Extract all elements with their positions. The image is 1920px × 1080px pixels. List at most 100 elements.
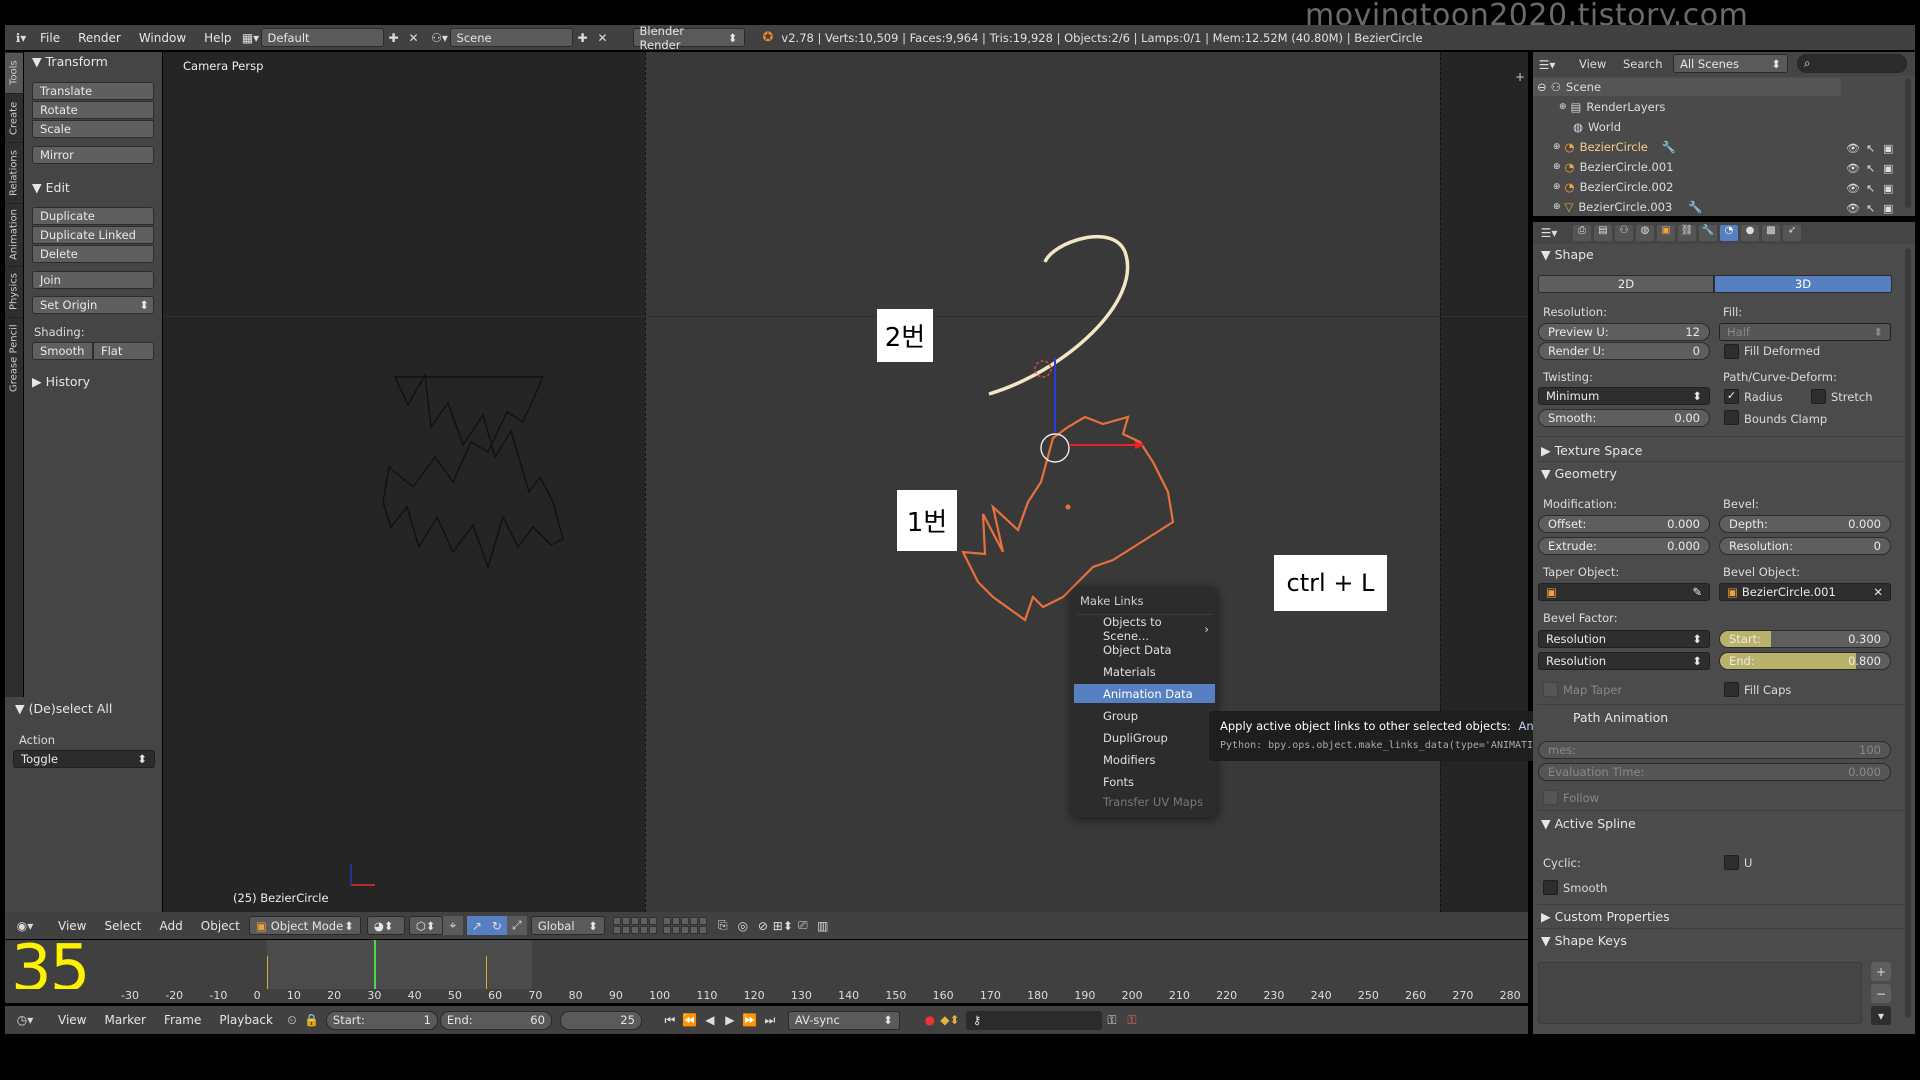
end-frame-field[interactable]: End: 60 <box>439 1010 552 1030</box>
scene-icon[interactable]: ⚇▾ <box>430 28 450 47</box>
delete-button[interactable]: Delete <box>32 245 154 263</box>
delete-keyframe-icon[interactable]: ⚿ <box>1122 1011 1142 1030</box>
snap-element-icon[interactable]: ⊞⬍ <box>773 916 793 935</box>
texture-tab-icon[interactable]: ▩ <box>1762 225 1780 241</box>
bevel-end-slider[interactable]: End: 0.800 <box>1719 652 1891 670</box>
prev-keyframe-icon[interactable]: ⏪ <box>680 1011 700 1030</box>
preview-u-field[interactable]: Preview U: 12 <box>1538 323 1710 341</box>
play-reverse-icon[interactable]: ◀ <box>700 1011 720 1030</box>
bevel-factor-start-mode[interactable]: Resolution ⬍ <box>1538 630 1710 648</box>
scale-button[interactable]: Scale <box>32 120 154 138</box>
translate-manipulator-icon[interactable]: ↗ <box>466 916 487 935</box>
transform-orientation-select[interactable]: Global ⬍ <box>530 916 605 935</box>
radius-checkbox[interactable]: ✓ <box>1724 389 1739 404</box>
deselect-all-header[interactable]: ▼ (De)select All <box>15 701 112 716</box>
menu-object[interactable]: Object <box>192 919 249 933</box>
add-shape-key-icon[interactable]: + <box>1871 962 1891 981</box>
layout-icon[interactable]: ▦▾ <box>241 28 261 47</box>
twisting-select[interactable]: Minimum ⬍ <box>1538 387 1710 405</box>
properties-editor-icon[interactable]: ☰▾ <box>1539 223 1559 242</box>
next-keyframe-icon[interactable]: ⏩ <box>740 1011 760 1030</box>
menu-select[interactable]: Select <box>95 919 150 933</box>
record-icon[interactable]: ● <box>920 1011 940 1030</box>
layout-field[interactable]: Default <box>260 28 384 47</box>
keying-set-field[interactable]: ⚷ <box>965 1010 1102 1030</box>
custom-properties-panel-header[interactable]: ▶ Custom Properties <box>1541 909 1670 924</box>
3d-viewport[interactable]: Camera Persp + (25) BezierCircle <box>163 52 1528 912</box>
viewport-shading-select[interactable]: ◕⬍ <box>366 916 405 935</box>
layers-grid[interactable] <box>612 917 657 934</box>
clear-x-icon[interactable]: ✕ <box>1873 585 1883 599</box>
layers-grid-2[interactable] <box>662 917 707 934</box>
smooth-shading-button[interactable]: Smooth <box>32 342 93 360</box>
set-origin-menu[interactable]: Set Origin ⬍ <box>32 296 154 314</box>
render-animation-icon[interactable]: ▥ <box>813 916 833 935</box>
remove-scene-icon[interactable]: ✕ <box>593 28 613 47</box>
outliner-row-beziercircle-001[interactable]: ⊕ ◔ BezierCircle.001 <box>1553 158 1674 176</box>
join-button[interactable]: Join <box>32 271 154 289</box>
duplicate-linked-button[interactable]: Duplicate Linked <box>32 226 154 244</box>
render-layers-tab-icon[interactable]: ▤ <box>1594 225 1612 241</box>
outliner-row-world[interactable]: ◍ World <box>1573 118 1621 136</box>
menu-file[interactable]: File <box>31 31 69 45</box>
evaluation-time-field[interactable]: Evaluation Time: 0.000 <box>1538 763 1891 781</box>
timeline-editor-icon[interactable]: ◷▾ <box>15 1011 35 1030</box>
render-tab-icon[interactable]: ⎙ <box>1573 225 1591 241</box>
geometry-panel-header[interactable]: ▼ Geometry <box>1541 466 1617 481</box>
insert-keyframe-icon[interactable]: ⚿ <box>1102 1011 1122 1030</box>
bevel-resolution-field[interactable]: Resolution: 0 <box>1719 537 1891 555</box>
outliner-search-menu[interactable]: Search <box>1623 57 1663 71</box>
history-panel-header[interactable]: ▶ History <box>32 374 90 389</box>
outliner-row-beziercircle-003[interactable]: ⊕ ▽ BezierCircle.003 🔧 <box>1553 198 1703 216</box>
bevel-factor-end-mode[interactable]: Resolution ⬍ <box>1538 652 1710 670</box>
follow-checkbox[interactable] <box>1543 790 1558 805</box>
start-frame-field[interactable]: Start: 1 <box>325 1010 438 1030</box>
bevel-start-slider[interactable]: Start: 0.300 <box>1719 630 1891 648</box>
menu-item-transfer-uv-maps[interactable]: Transfer UV Maps <box>1074 792 1215 811</box>
world-tab-icon[interactable]: ◍ <box>1636 225 1654 241</box>
outliner-row-beziercircle[interactable]: ⊕ ◔ BezierCircle 🔧 <box>1553 138 1676 156</box>
shape-key-menu-icon[interactable]: ▾ <box>1871 1006 1891 1025</box>
lock-layers-icon[interactable]: ⎘ <box>713 916 733 935</box>
menu-item-dupligroup[interactable]: DupliGroup <box>1074 728 1215 747</box>
visibility-eye-icon[interactable]: 👁 👁 👁 👁 <box>1846 139 1860 219</box>
rotate-manipulator-icon[interactable]: ↻ <box>486 916 507 935</box>
menu-item-objects-to-scene[interactable]: Objects to Scene... › <box>1074 615 1215 643</box>
info-editor-icon[interactable]: ℹ▾ <box>11 28 31 47</box>
properties-scrollbar[interactable] <box>1905 248 1911 1018</box>
tab-grease-pencil[interactable]: Grease Pencil <box>5 317 23 398</box>
manipulator-toggle-icon[interactable]: ⌖ <box>442 916 463 935</box>
bounds-clamp-checkbox[interactable] <box>1724 410 1739 425</box>
menu-playback[interactable]: Playback <box>210 1013 282 1027</box>
smooth-field[interactable]: Smooth: 0.00 <box>1538 409 1710 427</box>
menu-item-group[interactable]: Group <box>1074 706 1215 725</box>
current-frame-field[interactable]: 25 <box>559 1010 642 1030</box>
path-animation-panel-header[interactable]: Path Animation <box>1573 710 1668 725</box>
smooth-spline-checkbox[interactable] <box>1543 880 1558 895</box>
outliner-row-scene[interactable]: ⊖ ⚇ Scene <box>1537 78 1601 96</box>
rotate-button[interactable]: Rotate <box>32 101 154 119</box>
play-icon[interactable]: ▶ <box>720 1011 740 1030</box>
mirror-button[interactable]: Mirror <box>32 146 154 164</box>
scene-tab-icon[interactable]: ⚇ <box>1615 225 1633 241</box>
bevel-object-field[interactable]: ▣ BezierCircle.001 ✕ <box>1719 583 1891 601</box>
tab-tools[interactable]: Tools <box>5 52 23 93</box>
dimensions-3d-button[interactable]: 3D <box>1714 275 1892 293</box>
shape-keys-panel-header[interactable]: ▼ Shape Keys <box>1541 933 1627 948</box>
scale-manipulator-icon[interactable]: ⤢ <box>506 916 527 935</box>
texture-space-panel-header[interactable]: ▶ Texture Space <box>1541 443 1642 458</box>
jump-end-icon[interactable]: ⏭ <box>760 1011 780 1030</box>
object-mode-select[interactable]: ▣ Object Mode ⬍ <box>248 916 361 935</box>
transform-panel-header[interactable]: ▼ Transform <box>32 54 108 69</box>
add-scene-icon[interactable]: ✚ <box>573 28 593 47</box>
menu-view[interactable]: View <box>49 1013 95 1027</box>
menu-item-materials[interactable]: Materials <box>1074 662 1215 681</box>
jump-start-icon[interactable]: ⏮ <box>660 1011 680 1030</box>
fill-deformed-checkbox[interactable] <box>1724 344 1739 359</box>
action-select[interactable]: Toggle ⬍ <box>13 750 155 768</box>
keying-set-icon[interactable]: ◆⬍ <box>940 1011 960 1030</box>
duplicate-button[interactable]: Duplicate <box>32 207 154 225</box>
taper-object-field[interactable]: ▣ ✎ <box>1538 583 1710 601</box>
eyedropper-icon[interactable]: ✎ <box>1692 585 1702 599</box>
outliner-editor-icon[interactable]: ☰▾ <box>1537 55 1557 74</box>
